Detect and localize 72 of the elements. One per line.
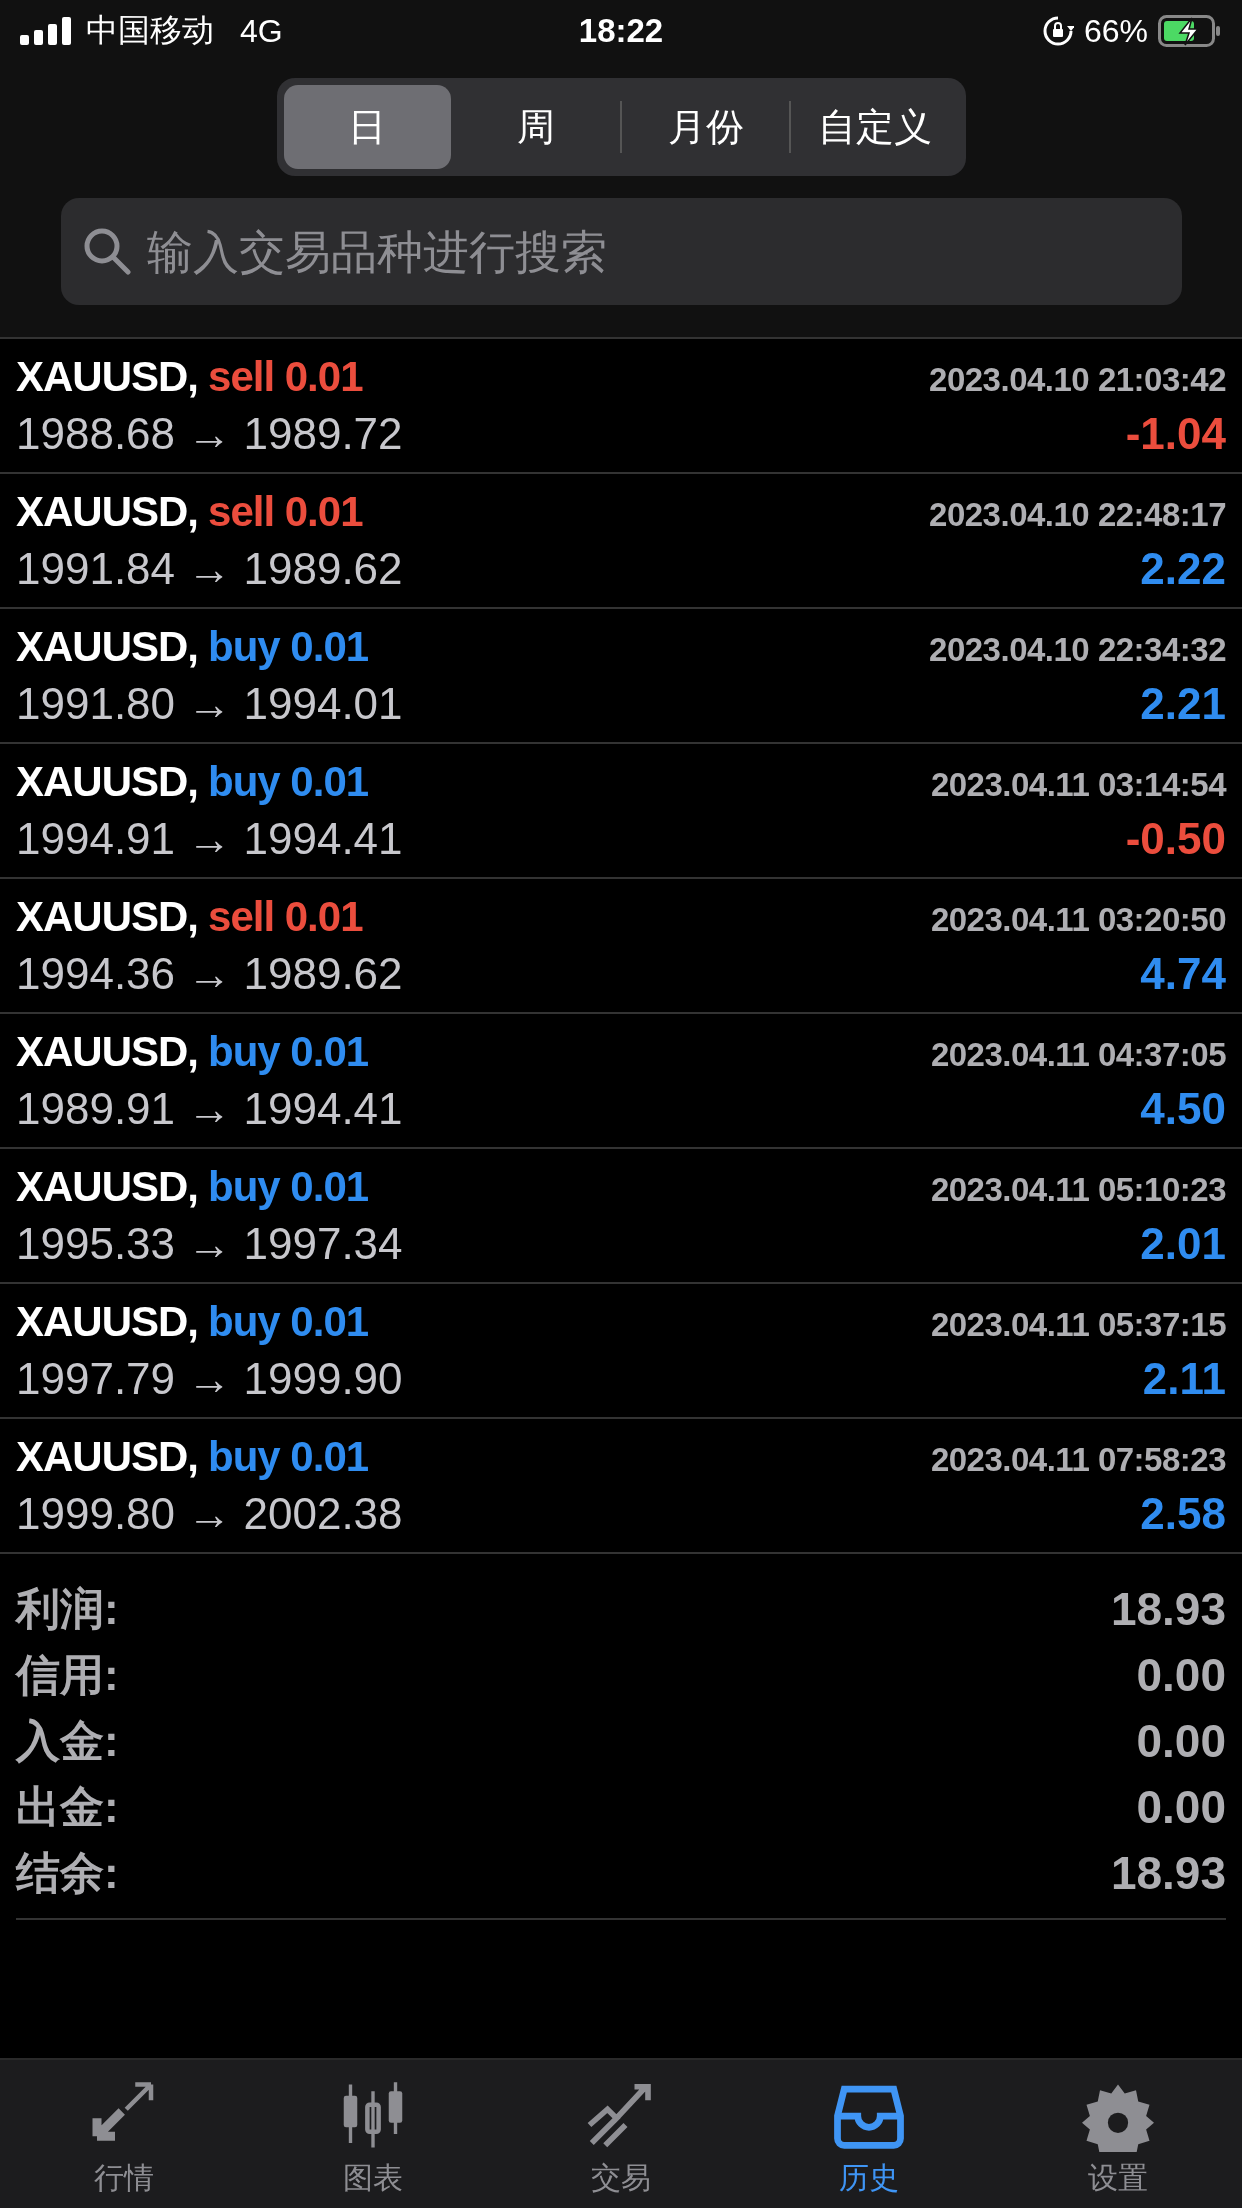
symbol-label: XAUUSD, (16, 1162, 199, 1210)
price-range: 1991.84 → 1989.62 (16, 543, 403, 594)
summary-value: 0.00 (1136, 1780, 1226, 1834)
price-range: 1997.79 → 1999.90 (16, 1353, 403, 1404)
summary-label: 入金: (16, 1714, 119, 1767)
profit-value: -0.50 (1125, 813, 1226, 864)
battery-charging-icon (1158, 15, 1222, 47)
tab-bar-item[interactable]: 历史 (745, 2060, 994, 2208)
trade-time: 2023.04.11 03:20:50 (930, 900, 1226, 939)
order-type: buy 0.01 (208, 622, 369, 670)
price-range: 1999.80 → 2002.38 (16, 1488, 403, 1539)
symbol-label: XAUUSD, (16, 352, 199, 400)
summary-value: 0.00 (1136, 1648, 1226, 1702)
price-range: 1989.91 → 1994.41 (16, 1083, 403, 1134)
profit-value: 4.74 (1140, 948, 1226, 999)
profit-value: -1.04 (1125, 408, 1226, 459)
order-type: buy 0.01 (208, 1162, 369, 1210)
period-tab[interactable]: 周 (452, 85, 620, 169)
trade-time: 2023.04.11 07:58:23 (930, 1440, 1226, 1479)
search-field[interactable]: 输入交易品种进行搜索 (60, 198, 1182, 305)
profit-value: 2.22 (1140, 543, 1226, 594)
symbol-label: XAUUSD, (16, 1297, 199, 1345)
clock: 18:22 (578, 12, 664, 50)
trade-time: 2023.04.10 22:34:32 (929, 630, 1226, 669)
order-type: sell 0.01 (208, 487, 363, 535)
summary-label: 信用: (16, 1648, 119, 1701)
order-type: buy 0.01 (208, 757, 369, 805)
battery-percent: 66% (1083, 12, 1148, 50)
order-type: buy 0.01 (208, 1432, 369, 1480)
order-type: buy 0.01 (208, 1297, 369, 1345)
tab-bar-item[interactable]: 行情 (0, 2060, 249, 2208)
signal-icon (20, 17, 72, 45)
trade-time: 2023.04.11 05:37:15 (930, 1305, 1226, 1344)
carrier-name: 中国移动 (86, 11, 214, 50)
order-type: buy 0.01 (208, 1027, 369, 1075)
summary-value: 18.93 (1110, 1846, 1226, 1900)
price-range: 1994.91 → 1994.41 (16, 813, 403, 864)
symbol-label: XAUUSD, (16, 892, 199, 940)
tab-bar-item[interactable]: 设置 (993, 2060, 1242, 2208)
period-tab[interactable]: 月份 (622, 85, 790, 169)
symbol-label: XAUUSD, (16, 757, 199, 805)
symbol-label: XAUUSD, (16, 622, 199, 670)
trade-time: 2023.04.11 03:14:54 (930, 765, 1226, 804)
price-range: 1988.68 → 1989.72 (16, 408, 403, 459)
symbol-label: XAUUSD, (16, 487, 199, 535)
trade-time: 2023.04.11 04:37:05 (930, 1035, 1226, 1074)
order-type: sell 0.01 (208, 352, 363, 400)
summary-label: 利润: (16, 1582, 119, 1635)
profit-value: 2.11 (1142, 1353, 1226, 1404)
price-range: 1995.33 → 1997.34 (16, 1218, 403, 1269)
price-range: 1994.36 → 1989.62 (16, 948, 403, 999)
profit-value: 2.21 (1140, 678, 1226, 729)
trade-time: 2023.04.10 21:03:42 (929, 360, 1226, 399)
profit-value: 2.58 (1140, 1488, 1226, 1539)
profit-value: 4.50 (1140, 1083, 1226, 1134)
summary-value: 18.93 (1110, 1582, 1226, 1636)
summary-value: 0.00 (1136, 1714, 1226, 1768)
symbol-label: XAUUSD, (16, 1027, 199, 1075)
symbol-label: XAUUSD, (16, 1432, 199, 1480)
network-type: 4G (240, 12, 283, 50)
rotation-lock-icon (1041, 15, 1074, 47)
price-range: 1991.80 → 1994.01 (16, 678, 403, 729)
trade-time: 2023.04.10 22:48:17 (929, 495, 1226, 534)
profit-value: 2.01 (1140, 1218, 1226, 1269)
period-tab[interactable]: 日 (283, 85, 451, 169)
summary-label: 结余: (16, 1846, 119, 1899)
summary-label: 出金: (16, 1780, 119, 1833)
order-type: sell 0.01 (208, 892, 363, 940)
trade-time: 2023.04.11 05:10:23 (930, 1170, 1226, 1209)
tab-bar-item[interactable]: 图表 (248, 2060, 497, 2208)
period-tab[interactable]: 自定义 (791, 85, 959, 169)
tab-bar-item[interactable]: 交易 (496, 2060, 746, 2208)
